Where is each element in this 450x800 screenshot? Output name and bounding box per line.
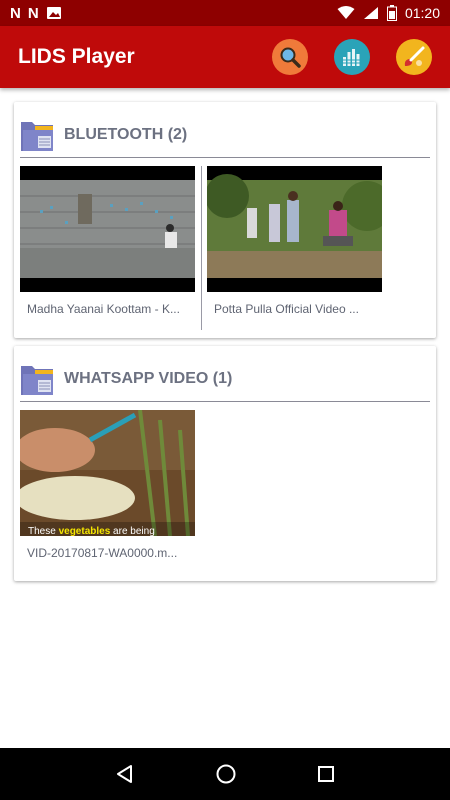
video-item[interactable]: Madha Yaanai Koottam - K... [20, 166, 195, 316]
folder-list: BLUETOOTH (2) Madha Yaanai Koottam - K..… [0, 88, 450, 748]
back-icon[interactable] [114, 763, 136, 785]
folder-header[interactable]: BLUETOOTH (2) [20, 112, 430, 158]
image-icon [46, 7, 61, 19]
home-icon[interactable] [215, 763, 237, 785]
folder-label: WHATSAPP VIDEO (1) [64, 369, 233, 387]
clock: 01:20 [404, 5, 440, 21]
recents-icon[interactable] [316, 764, 336, 784]
svg-text:These vegetables are being: These vegetables are being [28, 526, 155, 536]
wifi-icon [337, 6, 355, 19]
folder-icon [21, 121, 53, 151]
video-thumbnail[interactable] [20, 166, 195, 292]
divider [201, 166, 202, 330]
n-notification-icon: N [10, 4, 21, 22]
folder-card-bluetooth: BLUETOOTH (2) Madha Yaanai Koottam - K..… [14, 102, 436, 338]
thumbnail-caption-highlight: vegetables [59, 526, 111, 536]
battery-icon [386, 5, 397, 21]
app-bar: LIDS Player [0, 26, 450, 88]
n-notification-icon: N [27, 4, 39, 22]
navigation-bar [0, 748, 450, 800]
search-button[interactable] [272, 39, 308, 75]
video-title: VID-20170817-WA0000.m... [27, 546, 178, 560]
video-title: Madha Yaanai Koottam - K... [27, 302, 180, 316]
video-thumbnail[interactable]: These vegetables are being [20, 410, 195, 536]
video-thumbnail[interactable] [207, 166, 382, 292]
folder-header[interactable]: WHATSAPP VIDEO (1) [20, 356, 430, 402]
status-bar: N N 01:20 [0, 0, 450, 26]
equalizer-icon [342, 49, 361, 66]
theme-brush-icon [404, 46, 425, 66]
thumbnail-caption: These [28, 526, 59, 536]
video-item[interactable]: These vegetables are being VID-20170817-… [20, 410, 195, 560]
video-item[interactable]: Potta Pulla Official Video ... [207, 166, 382, 316]
folder-card-whatsapp-video: WHATSAPP VIDEO (1) These vegetables are … [14, 346, 436, 581]
video-title: Potta Pulla Official Video ... [214, 302, 359, 316]
app-title: LIDS Player [18, 45, 135, 68]
thumbnail-caption-suffix: are being [110, 526, 154, 536]
search-icon [280, 47, 301, 68]
theme-button[interactable] [396, 39, 432, 75]
signal-icon [363, 7, 378, 19]
folder-label: BLUETOOTH (2) [64, 125, 188, 143]
folder-icon [21, 365, 53, 395]
equalizer-button[interactable] [334, 39, 370, 75]
